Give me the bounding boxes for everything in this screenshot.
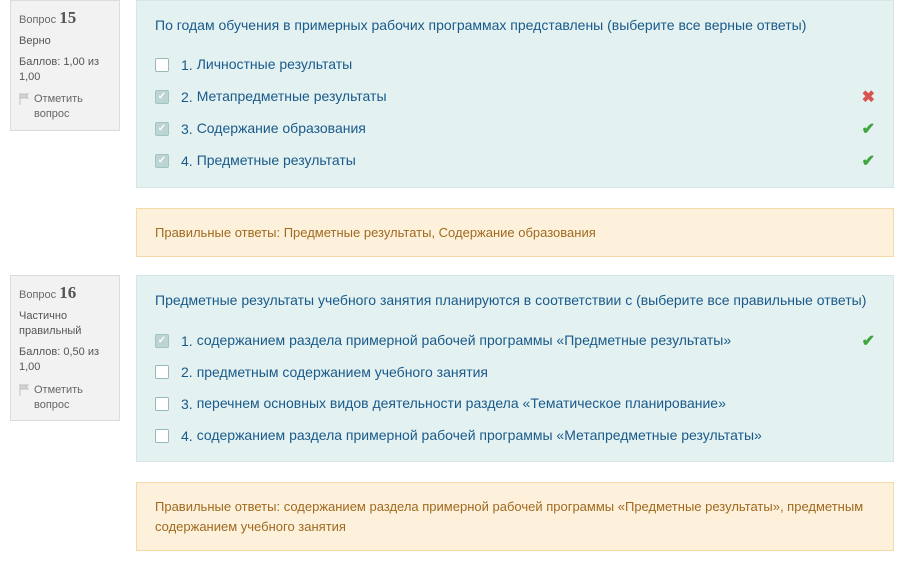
answer-number: 3. — [181, 396, 193, 412]
question-mark: Баллов: 0,50 из 1,00 — [19, 345, 111, 375]
answer-text: Метапредметные результаты — [197, 87, 387, 107]
answer-number: 3. — [181, 121, 193, 137]
flag-question-link[interactable]: Отметить вопрос — [19, 92, 111, 122]
question-container: Вопрос 16 Частично правильный Баллов: 0,… — [0, 275, 908, 551]
question-info-panel: Вопрос 15 Верно Баллов: 1,00 из 1,00 Отм… — [10, 0, 120, 131]
answer-text: содержанием раздела примерной рабочей пр… — [197, 331, 731, 351]
flag-label: Отметить вопрос — [34, 92, 111, 122]
check-icon — [850, 151, 875, 171]
checkbox-icon — [155, 58, 169, 72]
flag-icon — [19, 93, 30, 105]
checkbox-icon — [155, 429, 169, 443]
flag-question-link[interactable]: Отметить вопрос — [19, 383, 111, 413]
answer-text: перечнем основных видов деятельности раз… — [197, 394, 726, 414]
answer-number: 2. — [181, 89, 193, 105]
answer-option[interactable]: 1. содержанием раздела примерной рабочей… — [155, 325, 875, 357]
answer-option[interactable]: 2. Метапредметные результаты — [155, 81, 875, 113]
question-number: 16 — [59, 283, 76, 302]
answer-option[interactable]: 1. Личностные результаты — [155, 49, 875, 81]
answer-option[interactable]: 2. предметным содержанием учебного занят… — [155, 357, 875, 389]
answer-number: 4. — [181, 153, 193, 169]
answer-number: 1. — [181, 57, 193, 73]
checkbox-icon — [155, 90, 169, 104]
question-state: Частично правильный — [19, 309, 111, 339]
question-prefix: Вопрос — [19, 14, 56, 26]
flag-label: Отметить вопрос — [34, 383, 111, 413]
answer-text: Предметные результаты — [197, 151, 356, 171]
question-text: По годам обучения в примерных рабочих пр… — [155, 15, 875, 35]
question-text: Предметные результаты учебного занятия п… — [155, 290, 875, 310]
check-icon — [850, 331, 875, 351]
checkbox-icon — [155, 365, 169, 379]
check-icon — [850, 119, 875, 139]
question-container: Вопрос 15 Верно Баллов: 1,00 из 1,00 Отм… — [0, 0, 908, 257]
checkbox-icon — [155, 397, 169, 411]
answer-number: 4. — [181, 428, 193, 444]
question-content: По годам обучения в примерных рабочих пр… — [136, 0, 894, 257]
answer-text: Содержание образования — [197, 119, 366, 139]
question-number-line: Вопрос 15 — [19, 7, 111, 30]
answer-text: Личностные результаты — [197, 55, 353, 75]
feedback-prefix: Правильные ответы: — [155, 499, 280, 514]
answer-number: 2. — [181, 364, 193, 380]
feedback-prefix: Правильные ответы: — [155, 225, 280, 240]
question-info-panel: Вопрос 16 Частично правильный Баллов: 0,… — [10, 275, 120, 421]
answer-option[interactable]: 3. Содержание образования — [155, 113, 875, 145]
feedback-box: Правильные ответы: содержанием раздела п… — [136, 482, 894, 551]
checkbox-icon — [155, 154, 169, 168]
answer-text: предметным содержанием учебного занятия — [197, 363, 488, 383]
feedback-text: Предметные результаты, Содержание образо… — [284, 225, 596, 240]
feedback-box: Правильные ответы: Предметные результаты… — [136, 208, 894, 258]
answer-option[interactable]: 4. содержанием раздела примерной рабочей… — [155, 420, 875, 452]
question-prefix: Вопрос — [19, 289, 56, 301]
question-mark: Баллов: 1,00 из 1,00 — [19, 55, 111, 85]
flag-icon — [19, 384, 30, 396]
question-number-line: Вопрос 16 — [19, 282, 111, 305]
question-formulation: По годам обучения в примерных рабочих пр… — [136, 0, 894, 188]
question-state: Верно — [19, 34, 111, 49]
question-number: 15 — [59, 8, 76, 27]
question-content: Предметные результаты учебного занятия п… — [136, 275, 894, 551]
question-formulation: Предметные результаты учебного занятия п… — [136, 275, 894, 462]
cross-icon — [850, 87, 875, 107]
answer-option[interactable]: 3. перечнем основных видов деятельности … — [155, 388, 875, 420]
answer-text: содержанием раздела примерной рабочей пр… — [197, 426, 762, 446]
checkbox-icon — [155, 122, 169, 136]
answer-number: 1. — [181, 333, 193, 349]
checkbox-icon — [155, 334, 169, 348]
answer-option[interactable]: 4. Предметные результаты — [155, 145, 875, 177]
